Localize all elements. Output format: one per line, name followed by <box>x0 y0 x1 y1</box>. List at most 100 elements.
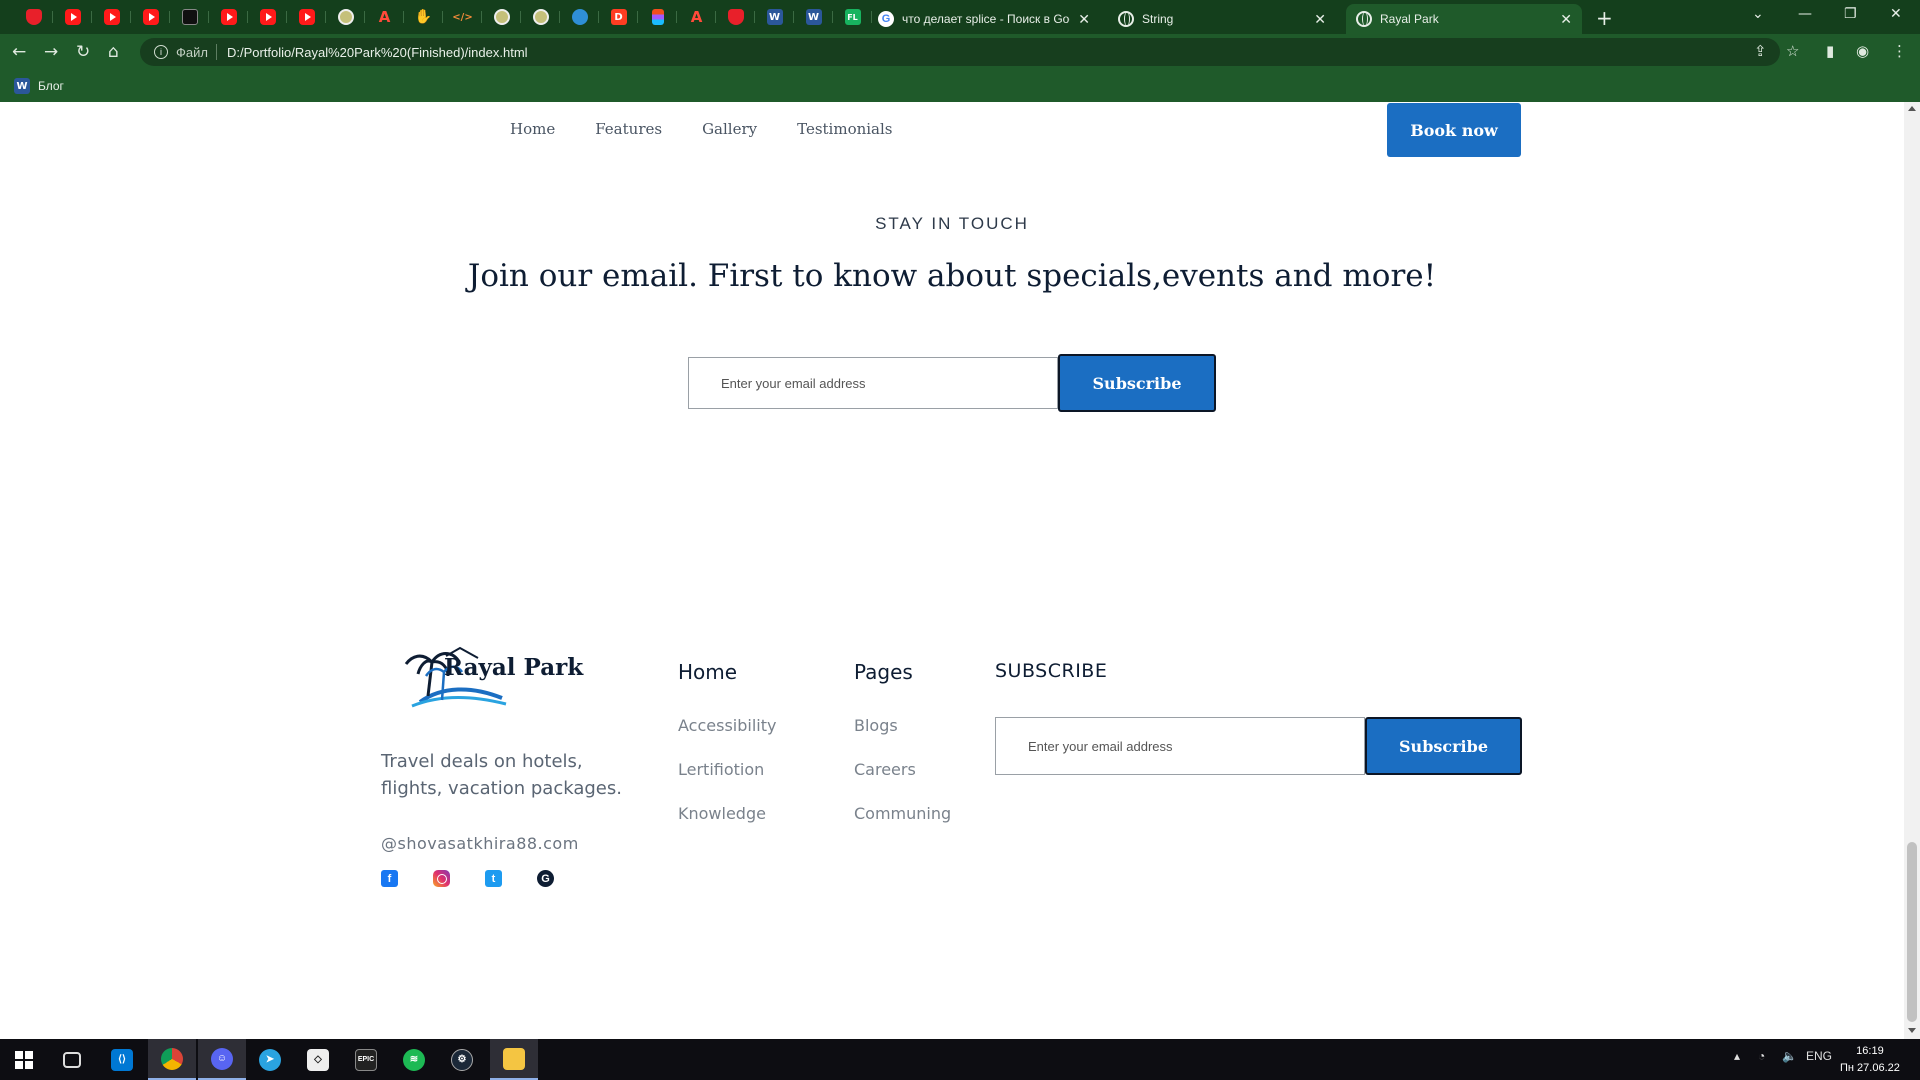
volume-icon[interactable]: 🔈 <box>1782 1049 1797 1063</box>
twitter-icon[interactable]: t <box>485 870 502 887</box>
system-clock[interactable]: 16:19 Пн 27.06.22 <box>1840 1043 1900 1077</box>
task-view-button[interactable] <box>48 1039 96 1080</box>
home-icon[interactable]: ⌂ <box>108 42 119 62</box>
pinned-tab-16[interactable]: D <box>599 5 638 29</box>
taskbar-unity[interactable]: ◇ <box>294 1039 342 1080</box>
taskbar-telegram[interactable]: ➤ <box>246 1039 294 1080</box>
scroll-up-icon[interactable] <box>1908 106 1916 111</box>
footer-link-communing[interactable]: Communing <box>854 804 951 848</box>
task-view-icon <box>63 1051 81 1068</box>
pinned-tab-10[interactable]: A <box>365 5 404 29</box>
pinned-tab-20[interactable]: W <box>755 5 794 29</box>
pinned-tab-5[interactable] <box>170 5 209 29</box>
new-tab-button[interactable]: + <box>1596 6 1613 30</box>
scrollbar-thumb[interactable] <box>1907 842 1917 1022</box>
pinned-tabs: A ✋ </> D A W W FL <box>14 5 872 29</box>
epic-games-icon: EPIC <box>355 1048 377 1071</box>
subscribe-button[interactable]: Subscribe <box>1058 354 1216 412</box>
pinned-tab-21[interactable]: W <box>794 5 833 29</box>
nav-features[interactable]: Features <box>595 120 662 138</box>
shield-icon <box>727 9 744 25</box>
footer-link-blogs[interactable]: Blogs <box>854 716 951 760</box>
contact-email-link[interactable]: @shovasatkhira88.com <box>381 834 579 853</box>
nav-gallery[interactable]: Gallery <box>702 120 757 138</box>
bookmark-star-icon[interactable]: ☆ <box>1786 42 1799 60</box>
footer-link-knowledge[interactable]: Knowledge <box>678 804 776 848</box>
info-icon[interactable]: i <box>154 45 168 59</box>
pinned-tab-7[interactable] <box>248 5 287 29</box>
email-field[interactable] <box>688 357 1058 409</box>
letter-a-icon: A <box>690 8 703 26</box>
pinned-tab-22[interactable]: FL <box>833 5 872 29</box>
close-window-button[interactable]: ✕ <box>1890 6 1902 22</box>
pinned-tab-14[interactable] <box>521 5 560 29</box>
pinned-tab-8[interactable] <box>287 5 326 29</box>
reload-icon[interactable]: ↻ <box>76 42 90 62</box>
start-button[interactable] <box>0 1039 48 1080</box>
pinned-tab-17[interactable] <box>638 5 677 29</box>
taskbar-chrome[interactable] <box>148 1039 196 1080</box>
taskbar-file-explorer[interactable] <box>490 1039 538 1080</box>
instagram-icon[interactable] <box>433 870 450 887</box>
browser-chrome: A ✋ </> D A W W FL G что делает splice -… <box>0 0 1920 102</box>
footer-subscribe-button[interactable]: Subscribe <box>1365 717 1522 775</box>
page-viewport: Home Features Gallery Testimonials Book … <box>0 102 1904 1039</box>
nav-home[interactable]: Home <box>510 120 555 138</box>
tab-string[interactable]: String ✕ <box>1108 4 1336 34</box>
scroll-down-icon[interactable] <box>1908 1028 1916 1033</box>
nav-testimonials[interactable]: Testimonials <box>797 120 892 138</box>
address-bar[interactable]: i Файл D:/Portfolio/Rayal%20Park%20(Fini… <box>140 38 1780 66</box>
logo-text: Rayal Park <box>444 654 584 681</box>
tab-rayal-park[interactable]: Rayal Park ✕ <box>1346 4 1582 34</box>
book-now-button[interactable]: Book now <box>1387 103 1521 157</box>
pinned-tab-15[interactable] <box>560 5 599 29</box>
hand-icon: ✋ <box>414 9 433 25</box>
facebook-icon[interactable]: f <box>381 870 398 887</box>
share-icon[interactable]: ⇪ <box>1754 42 1767 60</box>
pinned-tab-1[interactable] <box>14 5 53 29</box>
site-icon <box>337 9 354 25</box>
tab-google-search[interactable]: G что делает splice - Поиск в Google ✕ <box>868 4 1100 34</box>
page-scrollbar[interactable] <box>1904 102 1920 1039</box>
taskbar-epic-games[interactable]: EPIC <box>342 1039 390 1080</box>
tab-search-icon[interactable]: ⌄ <box>1752 6 1764 22</box>
spotify-icon: ≋ <box>403 1048 425 1071</box>
taskbar-spotify[interactable]: ≋ <box>390 1039 438 1080</box>
divider <box>215 44 217 60</box>
footer-link-lertifiotion[interactable]: Lertifiotion <box>678 760 776 804</box>
menu-icon[interactable]: ⋮ <box>1892 42 1907 60</box>
pinned-tab-4[interactable] <box>131 5 170 29</box>
close-icon[interactable]: ✕ <box>1560 11 1572 28</box>
tab-strip: A ✋ </> D A W W FL G что делает splice -… <box>0 0 1920 34</box>
footer-link-accessibility[interactable]: Accessibility <box>678 716 776 760</box>
pinned-tab-13[interactable] <box>482 5 521 29</box>
taskbar-steam[interactable]: ⚙ <box>438 1039 486 1080</box>
close-icon[interactable]: ✕ <box>1314 11 1326 28</box>
taskbar-discord[interactable]: ☺ <box>198 1039 246 1080</box>
footer-link-careers[interactable]: Careers <box>854 760 951 804</box>
pinned-tab-18[interactable]: A <box>677 5 716 29</box>
pinned-tab-6[interactable] <box>209 5 248 29</box>
back-icon[interactable]: ← <box>12 42 26 62</box>
restore-button[interactable]: ❐ <box>1844 6 1857 22</box>
taskbar-vscode[interactable]: ⟨⟩ <box>98 1039 146 1080</box>
tray-chevron-icon[interactable]: ▴ <box>1734 1049 1740 1063</box>
pinned-tab-19[interactable] <box>716 5 755 29</box>
pinned-tab-9[interactable] <box>326 5 365 29</box>
pinned-tab-2[interactable] <box>53 5 92 29</box>
forward-icon[interactable]: → <box>44 42 58 62</box>
pinned-tab-11[interactable]: ✋ <box>404 5 443 29</box>
google-icon[interactable]: G <box>537 870 554 887</box>
language-indicator[interactable]: ENG <box>1806 1049 1832 1063</box>
side-panel-icon[interactable]: ▮ <box>1826 42 1834 60</box>
pinned-tab-3[interactable] <box>92 5 131 29</box>
profile-avatar[interactable]: ◉ <box>1856 42 1869 60</box>
letter-a-icon: A <box>378 8 391 26</box>
pinned-tab-12[interactable]: </> <box>443 5 482 29</box>
close-icon[interactable]: ✕ <box>1078 11 1090 28</box>
bookmark-item[interactable]: Блог <box>38 79 64 93</box>
minimize-button[interactable]: — <box>1798 6 1812 22</box>
wifi-icon[interactable]: ◔ <box>1758 1049 1765 1063</box>
youtube-icon <box>298 9 315 25</box>
footer-email-field[interactable] <box>995 717 1365 775</box>
